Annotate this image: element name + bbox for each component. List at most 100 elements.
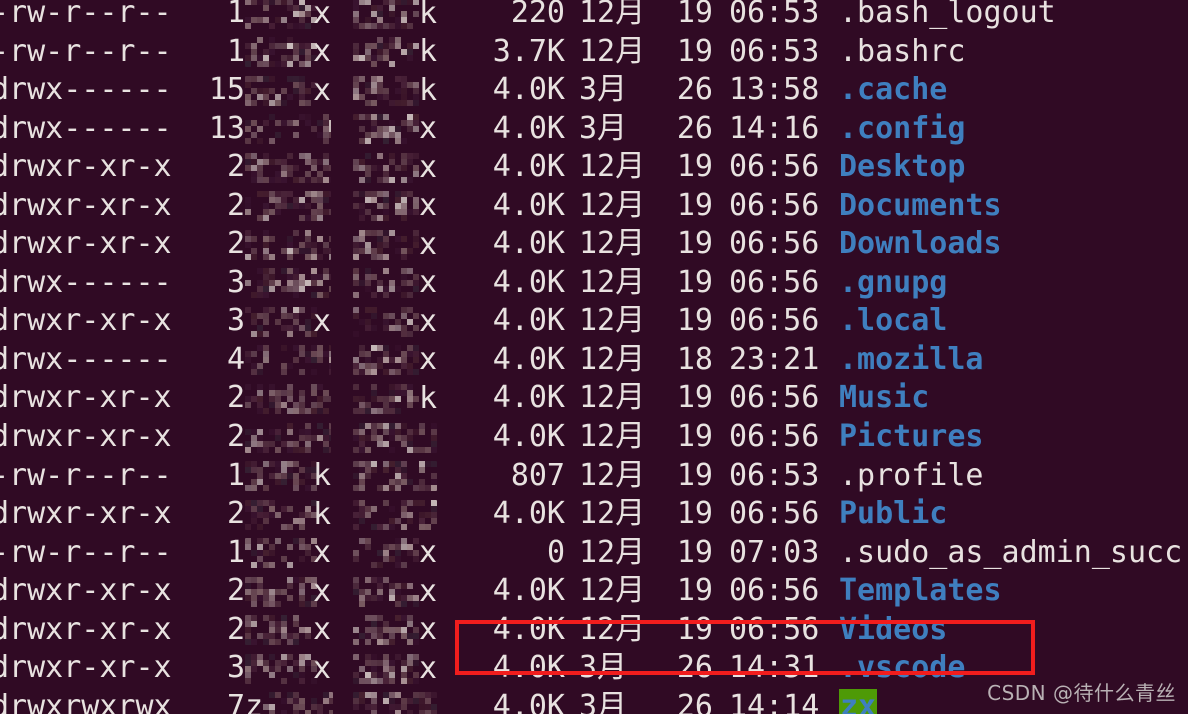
time-cell: 06:56 <box>729 187 820 223</box>
permissions-cell: drwxr-xr-x <box>0 303 172 339</box>
filename-cell[interactable]: Music <box>821 379 929 418</box>
month-cell: 12月 <box>579 534 646 570</box>
month-cell: 12月 <box>579 33 646 69</box>
redacted-field: x <box>245 538 331 569</box>
redacted-field <box>245 152 331 183</box>
filename-dir[interactable]: Pictures <box>839 419 984 454</box>
day-cell: 19 <box>676 611 713 647</box>
filename-cell[interactable]: Downloads <box>821 225 1002 264</box>
filename-dir[interactable]: .gnupg <box>839 265 947 300</box>
filename-dir[interactable]: Videos <box>839 612 947 647</box>
filename-dir[interactable]: Desktop <box>839 149 965 184</box>
listing-row[interactable]: drwxr-xr-x 2 x x 4.0K 12月 19 06:56 Videos <box>0 611 1188 650</box>
listing-row[interactable]: drwxr-xr-x 2 x x 4.0K 12月 19 06:56 Templates <box>0 572 1188 611</box>
listing-row[interactable]: drwxr-xr-x 2 4.0K 12月 19 06:56 Pictures <box>0 418 1188 457</box>
permissions-cell: drwxr-xr-x <box>0 187 172 223</box>
redacted-field: x <box>245 615 331 646</box>
filename-cell[interactable]: Public <box>821 495 947 534</box>
group-cell: x <box>353 110 461 149</box>
filename-dir[interactable]: .cache <box>839 72 947 107</box>
filename-cell[interactable]: Desktop <box>821 148 965 187</box>
filename-dir[interactable]: .local <box>839 303 947 338</box>
filename-dir[interactable]: .config <box>839 111 965 146</box>
filename-cell[interactable]: .mozilla <box>821 341 984 380</box>
listing-row[interactable]: drwx------ 13 x 4.0K 3月 26 14:16 .config <box>0 110 1188 149</box>
filename-cell[interactable]: Videos <box>821 611 947 650</box>
permissions-cell: drwxr-xr-x <box>0 496 172 532</box>
filename-cell[interactable]: .profile <box>821 457 984 496</box>
group-cell: x <box>353 572 461 611</box>
owner-cell <box>245 341 353 380</box>
filename-cell[interactable]: .config <box>821 110 965 149</box>
filename-file[interactable]: .bash_logout <box>839 0 1056 30</box>
link-count-cell: 2 <box>226 496 245 532</box>
permissions-cell: drwx------ <box>0 341 172 377</box>
filename-cell[interactable]: Pictures <box>821 418 984 457</box>
filename-cell[interactable]: .gnupg <box>821 264 947 303</box>
listing-row[interactable]: -rw-r--r-- 1 k 807 12月 19 06:53 .profile <box>0 457 1188 496</box>
filename-cell[interactable]: .bash_logout <box>821 0 1056 33</box>
redacted-field: x <box>245 0 331 29</box>
size-cell: 4.0K <box>492 611 565 647</box>
filename-file[interactable]: .sudo_as_admin_succ <box>839 535 1182 570</box>
link-count-cell: 1 <box>226 457 245 493</box>
redacted-field <box>245 422 331 453</box>
month-cell: 12月 <box>579 611 646 647</box>
filename-cell[interactable]: .cache <box>821 71 947 110</box>
redacted-field <box>353 422 437 453</box>
filename-dir[interactable]: Downloads <box>839 226 1002 261</box>
day-cell: 19 <box>676 457 713 493</box>
filename-cell[interactable]: zx <box>821 688 878 714</box>
listing-row[interactable]: drwxr-xr-x 2 x 4.0K 12月 19 06:56 Desktop <box>0 148 1188 187</box>
redacted-field <box>245 229 331 260</box>
day-cell: 19 <box>676 496 713 532</box>
day-cell: 26 <box>676 650 713 686</box>
day-cell: 19 <box>676 0 713 30</box>
owner-cell: x <box>245 71 353 110</box>
filename-dir[interactable]: .mozilla <box>839 342 984 377</box>
redacted-field: x <box>245 653 331 684</box>
day-cell: 19 <box>676 303 713 339</box>
listing-row[interactable]: -rw-r--r-- 1 x x 0 12月 19 07:03 .sudo_as_admin_s… <box>0 534 1188 573</box>
filename-cell[interactable]: .bashrc <box>821 33 965 72</box>
listing-row[interactable]: drwx------ 15 x k 4.0K 3月 26 13:58 .cache <box>0 71 1188 110</box>
size-cell: 4.0K <box>492 264 565 300</box>
time-cell: 06:56 <box>729 611 820 647</box>
day-cell: 26 <box>676 688 713 714</box>
filename-dir[interactable]: Templates <box>839 573 1002 608</box>
filename-dir[interactable]: Documents <box>839 188 1002 223</box>
filename-other-writable[interactable]: zx <box>839 688 878 714</box>
month-cell: 12月 <box>579 573 646 609</box>
listing-row[interactable]: drwxr-xr-x 2 x 4.0K 12月 19 06:56 Downloads <box>0 225 1188 264</box>
filename-dir[interactable]: Public <box>839 496 947 531</box>
time-cell: 13:58 <box>729 72 820 108</box>
filename-cell[interactable]: Templates <box>821 572 1002 611</box>
listing-row[interactable]: drwx------ 3 x 4.0K 12月 19 06:56 .gnupg <box>0 264 1188 303</box>
listing-row[interactable]: -rw-r--r-- 1 x k 220 12月 19 06:53 .bash_logout <box>0 0 1188 33</box>
month-cell: 12月 <box>579 457 646 493</box>
redacted-field: k <box>353 383 437 414</box>
link-count-cell: 3 <box>226 264 245 300</box>
permissions-cell: drwxr-xr-x <box>0 611 172 647</box>
size-cell: 4.0K <box>492 72 565 108</box>
owner-cell <box>245 379 353 418</box>
link-count-cell: 7 <box>226 688 245 714</box>
filename-dir[interactable]: Music <box>839 380 929 415</box>
listing-row[interactable]: drwx------ 4 x 4.0K 12月 18 23:21 .mozilla <box>0 341 1188 380</box>
listing-row[interactable]: drwxr-xr-x 2 k 4.0K 12月 19 06:56 Public <box>0 495 1188 534</box>
filename-cell[interactable]: Documents <box>821 187 1002 226</box>
filename-dir[interactable]: .vscode <box>839 650 965 685</box>
listing-row[interactable]: -rw-r--r-- 1 x k 3.7K 12月 19 06:53 .bashrc <box>0 33 1188 72</box>
listing-row[interactable]: drwxr-xr-x 2 x 4.0K 12月 19 06:56 Documents <box>0 187 1188 226</box>
filename-file[interactable]: .bashrc <box>839 34 965 69</box>
listing-row[interactable]: drwxr-xr-x 2 k 4.0K 12月 19 06:56 Music <box>0 379 1188 418</box>
filename-file[interactable]: .profile <box>839 458 984 493</box>
listing-row[interactable]: drwxr-xr-x 3 x x 4.0K 12月 19 06:56 .local <box>0 302 1188 341</box>
owner-cell <box>245 264 353 303</box>
filename-cell[interactable]: .vscode <box>821 649 965 688</box>
filename-cell[interactable]: .local <box>821 302 947 341</box>
redacted-field <box>245 114 331 145</box>
permissions-cell: -rw-r--r-- <box>0 33 172 69</box>
filename-cell[interactable]: .sudo_as_admin_succ <box>821 534 1182 573</box>
redacted-field: k <box>245 461 331 492</box>
